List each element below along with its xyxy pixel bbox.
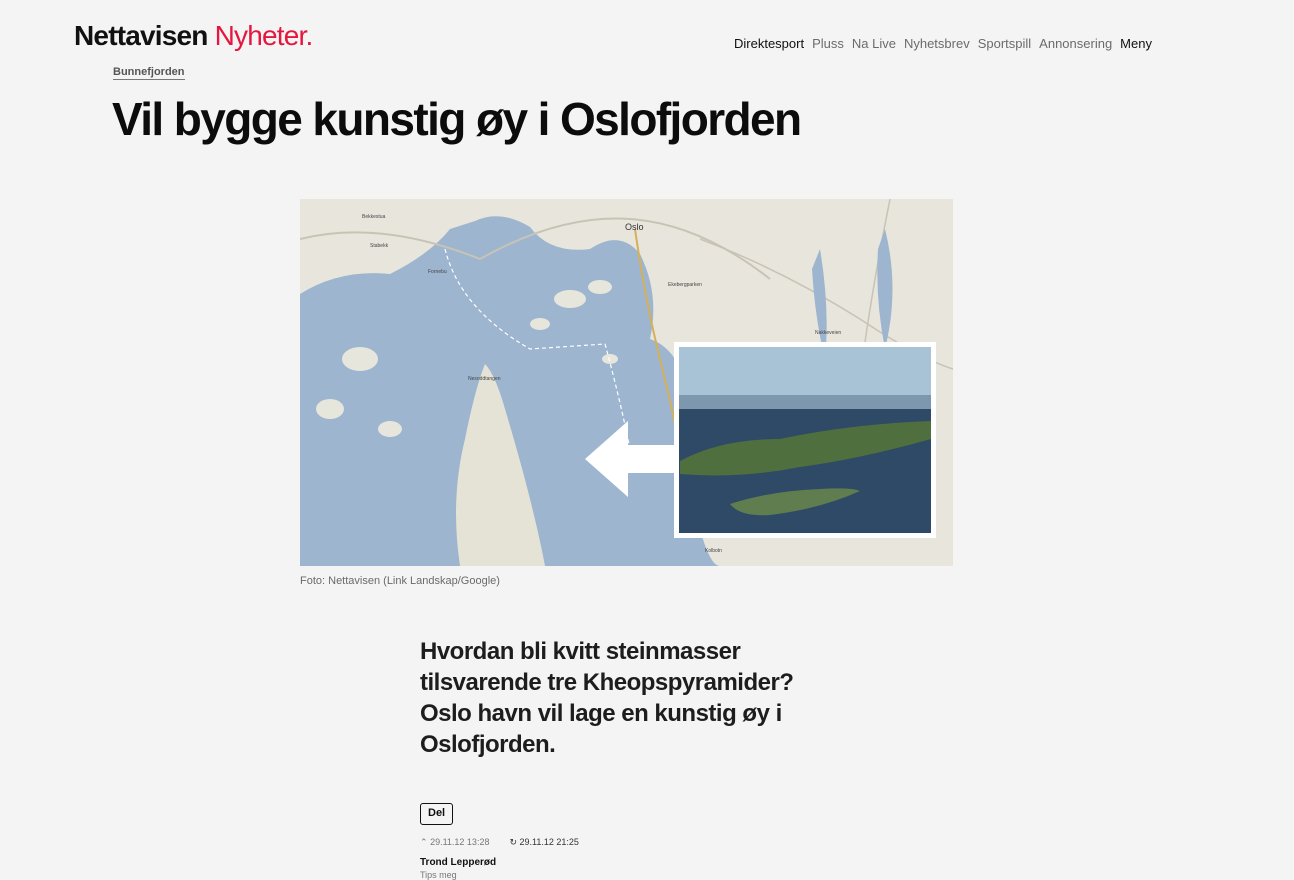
site-logo[interactable]: Nettavisen Nyheter. bbox=[74, 20, 313, 52]
svg-text:Nesoddtangen: Nesoddtangen bbox=[468, 376, 501, 382]
category-link[interactable]: Bunnefjorden bbox=[113, 66, 185, 80]
image-caption: Foto: Nettavisen (Link Landskap/Google) bbox=[300, 575, 500, 587]
author-name[interactable]: Trond Lepperød bbox=[420, 857, 496, 868]
article-hero-image: Oslo Bekkestua Stabekk Fornebu Nesoddtan… bbox=[300, 199, 953, 566]
nav-menu[interactable]: Meny bbox=[1120, 36, 1152, 51]
svg-text:Stabekk: Stabekk bbox=[370, 243, 389, 249]
map-image: Oslo Bekkestua Stabekk Fornebu Nesoddtan… bbox=[300, 199, 953, 566]
updated-time: ↻ 29.11.12 21:25 bbox=[509, 837, 578, 848]
tips-link[interactable]: Tips meg bbox=[420, 870, 457, 880]
published-value: 29.11.12 13:28 bbox=[430, 837, 490, 847]
updated-icon: ↻ bbox=[509, 837, 517, 847]
article-title: Vil bygge kunstig øy i Oslofjorden bbox=[112, 93, 802, 145]
logo-section: Nyheter. bbox=[214, 20, 314, 51]
published-time: ⌃ 29.11.12 13:28 bbox=[420, 837, 489, 848]
updated-value: 29.11.12 21:25 bbox=[519, 837, 579, 847]
nav-direktesport[interactable]: Direktesport bbox=[734, 36, 804, 51]
article-timestamps: ⌃ 29.11.12 13:28 ↻ 29.11.12 21:25 bbox=[420, 837, 579, 848]
top-nav: Direktesport Pluss Na Live Nyhetsbrev Sp… bbox=[734, 36, 1152, 51]
share-button[interactable]: Del bbox=[420, 803, 454, 825]
nav-pluss[interactable]: Pluss bbox=[812, 36, 844, 51]
svg-text:Nakkeveien: Nakkeveien bbox=[815, 330, 841, 336]
nav-sportspill[interactable]: Sportspill bbox=[978, 36, 1031, 51]
logo-brand: Nettavisen bbox=[74, 20, 208, 51]
article-lead: Hvordan bli kvitt steinmasser tilsvarend… bbox=[420, 638, 794, 758]
svg-text:Fornebu: Fornebu bbox=[428, 269, 447, 275]
nav-nyhetsbrev[interactable]: Nyhetsbrev bbox=[904, 36, 970, 51]
svg-text:Oslo: Oslo bbox=[625, 222, 644, 232]
published-icon: ⌃ bbox=[420, 837, 428, 847]
svg-text:Bekkestua: Bekkestua bbox=[362, 214, 386, 220]
nav-na-live[interactable]: Na Live bbox=[852, 36, 896, 51]
svg-text:Ekebergparken: Ekebergparken bbox=[668, 282, 702, 288]
nav-annonsering[interactable]: Annonsering bbox=[1039, 36, 1112, 51]
svg-text:Kolbotn: Kolbotn bbox=[705, 548, 722, 554]
